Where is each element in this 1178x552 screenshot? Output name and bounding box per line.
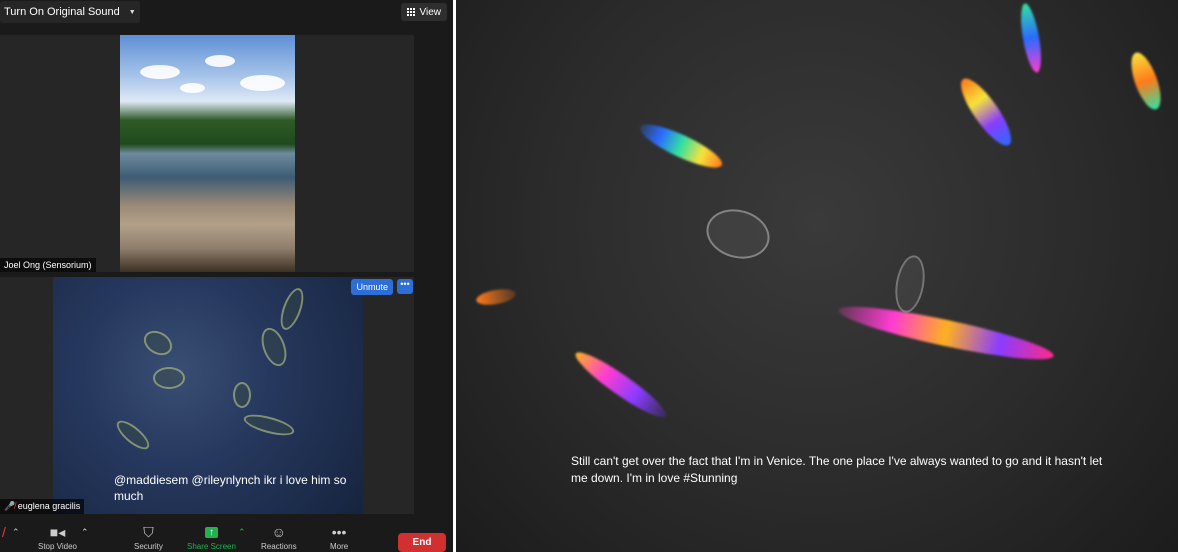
meeting-toolbar: / ⌃ ■◂ Stop Video ⌃ ⛉ Security ↑ Share S… <box>0 520 453 552</box>
stop-video-label: Stop Video <box>38 542 77 551</box>
ellipsis-icon: ••• <box>331 524 347 540</box>
video-caption: @maddiesem @rileynlynch ikr i love him s… <box>114 473 347 503</box>
share-screen-icon: ↑ <box>204 522 218 542</box>
mic-muted-icon: 🎤̸ <box>4 501 16 511</box>
participant-more-button[interactable]: ••• <box>397 279 413 294</box>
video-caption-right: Still can't get over the fact that I'm i… <box>571 454 1103 485</box>
view-button[interactable]: View <box>400 3 447 21</box>
original-sound-button[interactable]: Turn On Original Sound ▼ <box>0 1 140 23</box>
end-meeting-button[interactable]: End <box>398 533 446 552</box>
chevron-up-icon: ⌃ <box>81 526 89 537</box>
view-label: View <box>419 6 442 18</box>
landscape-video <box>120 35 295 272</box>
share-options-chevron[interactable]: ⌃ <box>238 522 246 542</box>
mic-muted-icon: / <box>2 524 6 540</box>
participant-name: euglena gracilis <box>17 501 81 511</box>
shared-video-panel: Still can't get over the fact that I'm i… <box>456 0 1178 552</box>
chevron-down-icon[interactable]: ▼ <box>129 9 136 16</box>
video-tile-joel[interactable]: Joel Ong (Sensorium) <box>0 35 414 272</box>
mute-control[interactable]: / <box>2 522 6 542</box>
security-label: Security <box>134 542 163 551</box>
video-options-chevron[interactable]: ⌃ <box>81 522 89 542</box>
original-sound-label: Turn On Original Sound <box>4 6 120 18</box>
zoom-window: Turn On Original Sound ▼ View Joel Ong (… <box>0 0 453 552</box>
shield-icon: ⛉ <box>143 523 154 540</box>
video-tile-euglena[interactable]: Unmute ••• @maddiesem @rileynlynch ikr i… <box>0 277 414 514</box>
smiley-plus-icon: ☺ <box>271 524 286 540</box>
chevron-up-icon: ⌃ <box>238 526 246 537</box>
video-camera-icon: ■◂ <box>49 523 66 540</box>
more-label: More <box>330 542 349 551</box>
unmute-button[interactable]: Unmute <box>351 279 393 295</box>
share-screen-button[interactable]: ↑ Share Screen <box>187 522 236 551</box>
stop-video-button[interactable]: ■◂ Stop Video <box>38 522 77 552</box>
share-screen-label: Share Screen <box>187 542 236 551</box>
audio-options-chevron[interactable]: ⌃ <box>12 522 20 542</box>
reactions-button[interactable]: ☺ Reactions <box>261 522 297 551</box>
security-button[interactable]: ⛉ Security <box>134 522 163 552</box>
participant-name-label-euglena: 🎤̸ euglena gracilis <box>0 499 85 514</box>
participant-name-label: Joel Ong (Sensorium) <box>0 258 96 272</box>
reactions-label: Reactions <box>261 542 297 551</box>
top-bar: Turn On Original Sound ▼ View <box>0 0 453 24</box>
chevron-up-icon: ⌃ <box>12 526 20 537</box>
more-button[interactable]: ••• More <box>330 522 348 551</box>
grid-view-icon <box>406 7 416 17</box>
